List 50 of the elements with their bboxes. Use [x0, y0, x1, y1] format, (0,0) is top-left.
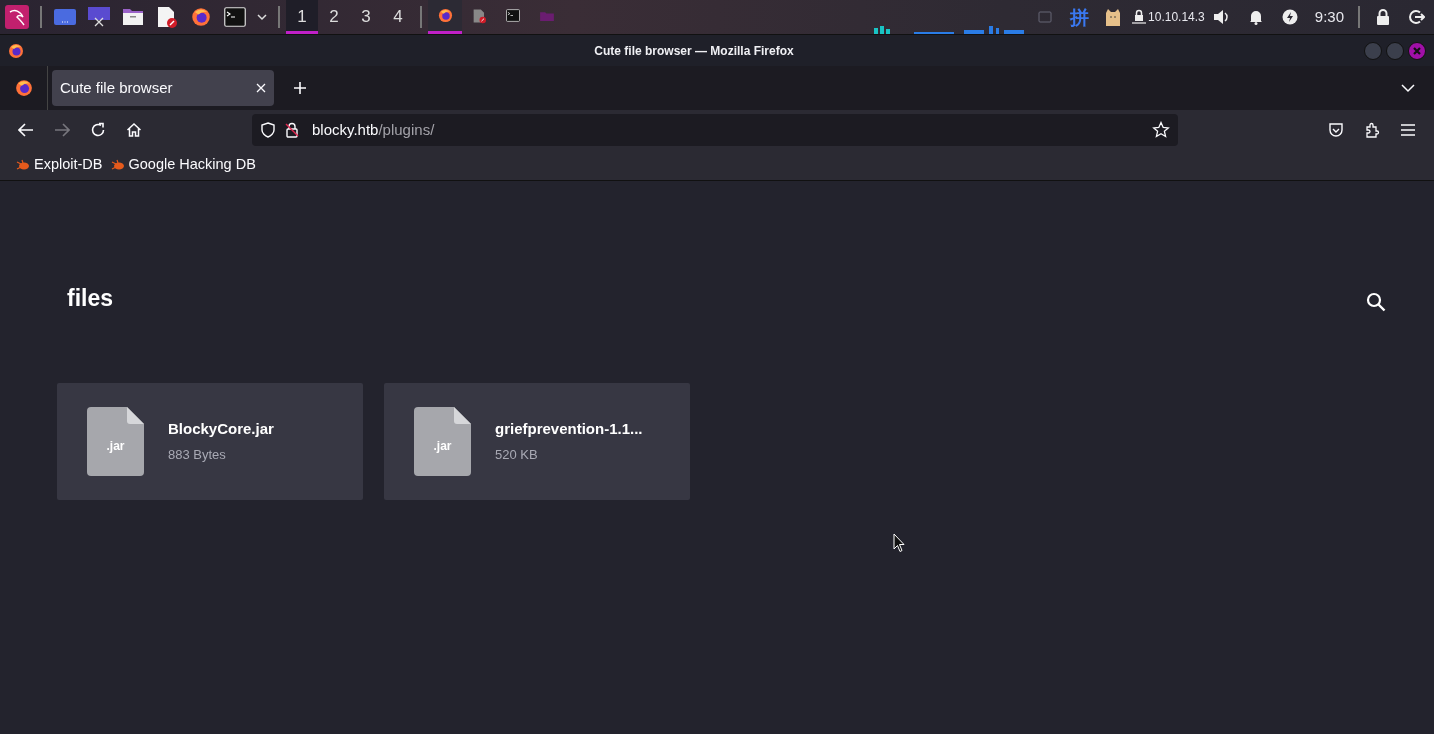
close-icon [1412, 45, 1422, 56]
terminal-icon [506, 9, 520, 22]
file-card[interactable]: .jar griefprevention-1.1... 520 KB [384, 382, 690, 500]
file-size: 520 KB [495, 445, 539, 464]
document-edit-icon [472, 7, 486, 24]
bookmark-star-icon[interactable] [1152, 121, 1170, 139]
workspace-button[interactable]: 4 [382, 0, 414, 34]
file-name: griefprevention-1.1... [495, 419, 643, 440]
chevron-down-icon [1401, 83, 1415, 93]
page-heading: files [67, 285, 114, 313]
shield-icon [260, 122, 276, 138]
mouse-cursor-icon [893, 533, 905, 553]
close-button[interactable] [1408, 41, 1426, 60]
address-bar[interactable]: blocky.htb/plugins/ [252, 114, 1178, 146]
file-size: 883 Bytes [168, 445, 227, 464]
menu-icon [1401, 124, 1415, 136]
workspace-button[interactable]: 1 [286, 0, 318, 34]
file-icon [414, 406, 471, 476]
tab-title: Cute file browser [60, 77, 174, 98]
puzzle-piece-icon [1364, 122, 1380, 138]
bookmark-link[interactable]: Google Hacking DB [110, 154, 256, 176]
firefox-view-icon[interactable] [14, 79, 33, 97]
plus-icon [293, 81, 307, 95]
file-name: BlockyCore.jar [168, 419, 274, 440]
forward-arrow-icon [54, 123, 70, 137]
bookmark-icon [16, 159, 30, 171]
bookmark-link[interactable]: Exploit-DB [16, 154, 103, 176]
reload-icon [90, 122, 106, 138]
clock: 9:30 [1314, 6, 1344, 27]
task-button[interactable] [428, 0, 462, 34]
bookmark-icon [110, 159, 125, 171]
folder-icon [540, 10, 554, 21]
file-card[interactable]: .jar BlockyCore.jar 883 Bytes [57, 382, 363, 500]
search-icon[interactable] [1366, 291, 1386, 312]
firefox-icon [8, 42, 24, 59]
window-title: Cute file browser — Mozilla Firefox [593, 42, 795, 60]
url-text: blocky.htb/plugins/ [312, 119, 435, 140]
insecure-lock-icon [284, 122, 300, 138]
ip-address: 10.10.14.3 [1148, 9, 1205, 26]
workspace-button[interactable]: 2 [318, 0, 350, 34]
file-extension: .jar [432, 437, 453, 455]
file-extension: .jar [105, 437, 126, 455]
browser-tab[interactable]: Cute file browser [52, 70, 274, 106]
home-icon [126, 122, 142, 138]
firefox-icon [437, 8, 453, 23]
file-icon [87, 406, 144, 476]
pocket-icon [1328, 122, 1344, 138]
back-arrow-icon [18, 123, 34, 137]
workspace-button[interactable]: 3 [350, 0, 382, 34]
close-icon[interactable] [256, 83, 266, 93]
